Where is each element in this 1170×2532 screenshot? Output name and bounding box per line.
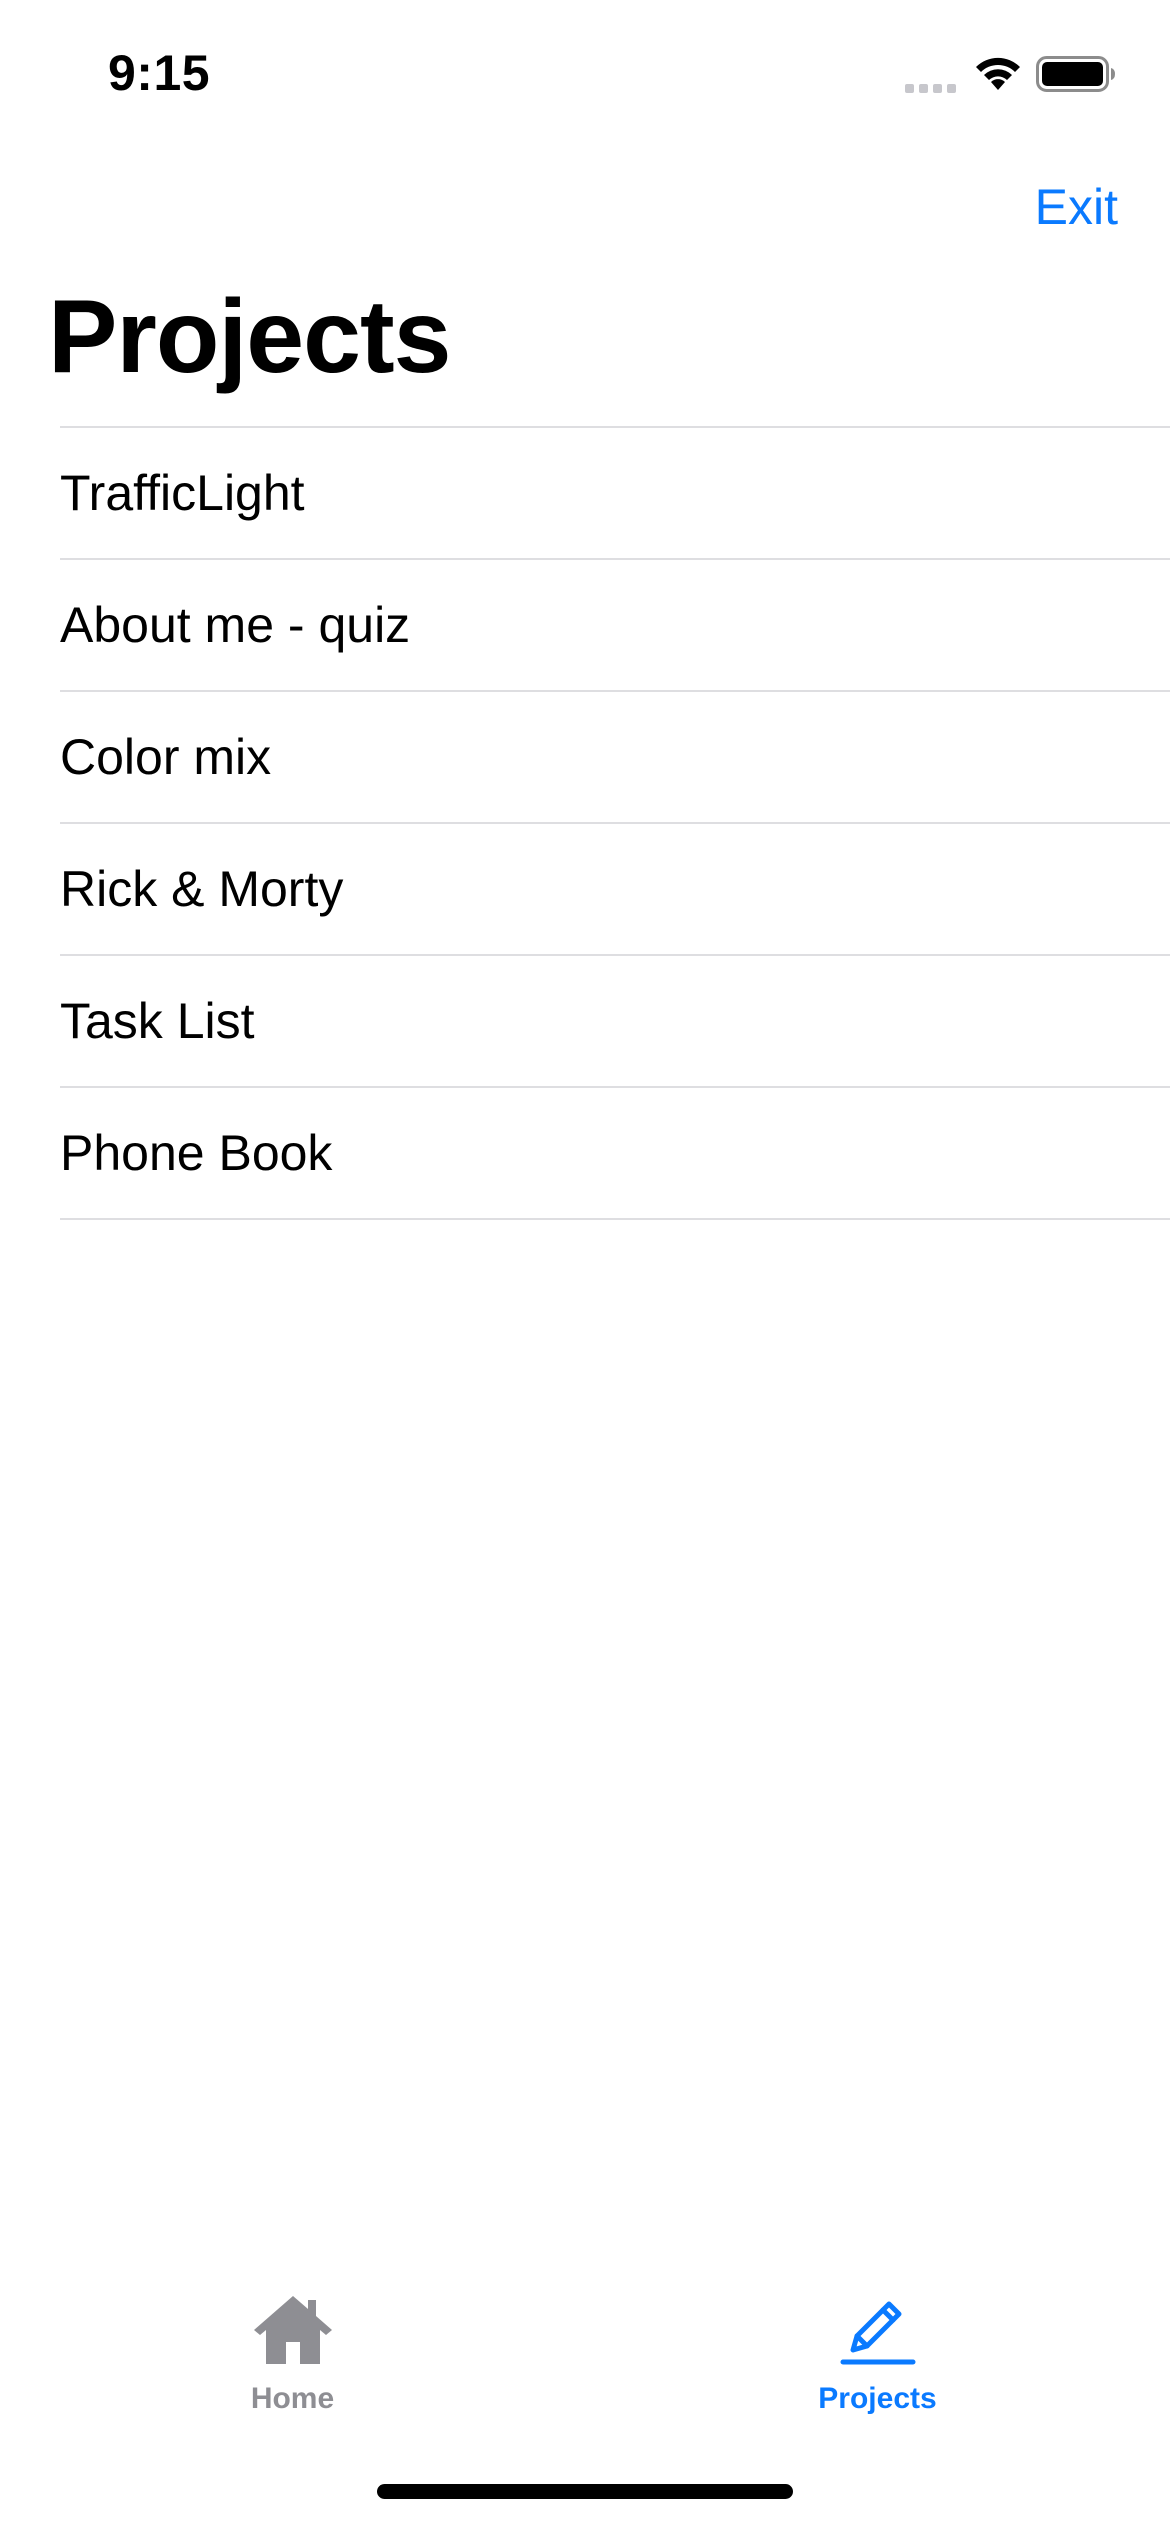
- cellular-signal-icon: [905, 84, 956, 93]
- list-item-label: Color mix: [60, 729, 272, 785]
- list-item-rick-and-morty[interactable]: Rick & Morty: [60, 824, 1170, 956]
- wifi-icon: [976, 57, 1020, 90]
- status-time: 9:15: [108, 45, 211, 101]
- list-item-about-me-quiz[interactable]: About me - quiz: [60, 560, 1170, 692]
- battery-icon: [1036, 56, 1115, 92]
- projects-list: TrafficLight About me - quiz Color mix R…: [0, 428, 1170, 1220]
- exit-button[interactable]: Exit: [1035, 178, 1118, 236]
- list-item-label: About me - quiz: [60, 597, 411, 653]
- tab-home[interactable]: Home: [0, 2270, 585, 2430]
- screen: 9:15 Exit Projects TrafficLight About me…: [0, 0, 1170, 2532]
- tab-bar: Home Projects: [0, 2270, 1170, 2430]
- tab-projects[interactable]: Projects: [585, 2270, 1170, 2430]
- list-item-label: Phone Book: [60, 1125, 333, 1181]
- list-item-label: TrafficLight: [60, 465, 305, 521]
- house-icon: [253, 2296, 332, 2364]
- list-item-task-list[interactable]: Task List: [60, 956, 1170, 1088]
- tab-label: Projects: [818, 2382, 937, 2415]
- tab-label: Home: [250, 2382, 335, 2415]
- home-indicator[interactable]: [377, 2484, 793, 2499]
- list-item-phone-book[interactable]: Phone Book: [60, 1088, 1170, 1220]
- list-item-color-mix[interactable]: Color mix: [60, 692, 1170, 824]
- page-title: Projects: [48, 279, 451, 395]
- list-item-label: Task List: [60, 993, 255, 1049]
- list-item-label: Rick & Morty: [60, 861, 344, 917]
- pencil-icon: [840, 2301, 915, 2365]
- status-bar: 9:15: [0, 0, 1170, 150]
- list-item-trafficlight[interactable]: TrafficLight: [60, 428, 1170, 560]
